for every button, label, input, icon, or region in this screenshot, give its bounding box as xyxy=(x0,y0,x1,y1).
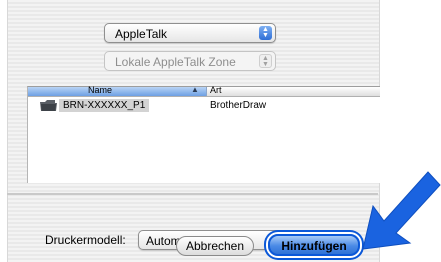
connection-type-popup[interactable]: AppleTalk ▲ ▼ xyxy=(104,23,276,43)
chevron-updown-icon: ▲▼ xyxy=(259,54,272,68)
cancel-button[interactable]: Abbrechen xyxy=(176,236,254,256)
callout-arrow-icon xyxy=(362,171,441,250)
printer-row[interactable]: BRN-XXXXXX_P1 BrotherDraw xyxy=(28,99,380,113)
add-button[interactable]: Hinzufügen xyxy=(268,234,360,256)
folder-icon xyxy=(40,100,57,111)
column-header-kind[interactable]: Art xyxy=(210,85,222,96)
separator xyxy=(7,193,378,195)
zone-value: Lokale AppleTalk Zone xyxy=(115,55,236,69)
column-header-name[interactable]: Name ▲ xyxy=(28,85,207,96)
printer-kind: BrotherDraw xyxy=(210,100,267,111)
chevron-updown-icon: ▲▼ xyxy=(259,26,272,40)
connection-type-value: AppleTalk xyxy=(115,27,168,41)
zone-popup[interactable]: Lokale AppleTalk Zone ▲ ▼ xyxy=(104,51,276,71)
printer-name: BRN-XXXXXX_P1 xyxy=(59,99,150,112)
printer-list[interactable]: Name ▲ Art BRN-XXXXXX_P1 BrotherDraw xyxy=(27,85,380,183)
sort-ascending-icon: ▲ xyxy=(191,85,199,94)
printer-model-label: Druckermodell: xyxy=(45,233,126,247)
list-header: Name ▲ Art xyxy=(28,85,380,97)
column-name-label: Name xyxy=(88,85,113,95)
